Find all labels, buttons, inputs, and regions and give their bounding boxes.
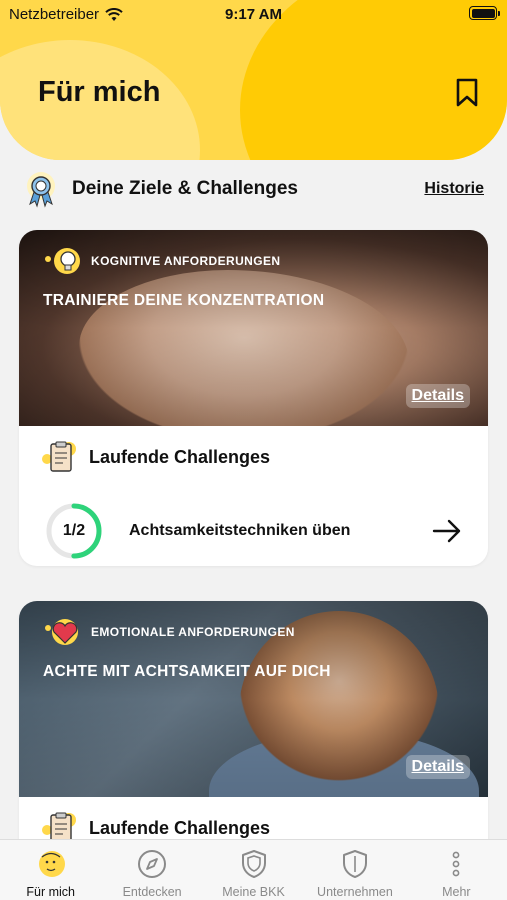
status-bar: Netzbetreiber 9:17 AM [0, 0, 507, 30]
goal-category: KOGNITIVE ANFORDERUNGEN [43, 246, 280, 276]
challenge-row[interactable]: 1/2 Achtsamkeitstechniken üben [19, 488, 488, 566]
award-ribbon-icon [27, 172, 55, 208]
tab-label: Unternehmen [317, 885, 393, 899]
section-title: Deine Ziele & Challenges [72, 178, 298, 199]
tab-label: Mehr [442, 885, 471, 899]
tab-bar: Für mich Entdecken Meine BKK Unternehmen… [0, 839, 507, 900]
progress-ring: 1/2 [45, 502, 103, 560]
running-challenges-label: Laufende Challenges [89, 817, 271, 838]
tab-label: Für mich [26, 885, 76, 899]
goal-title: ACHTE MIT ACHTSAMKEIT AUF DICH [43, 663, 331, 680]
battery-icon [469, 6, 500, 20]
more-vertical-icon [452, 851, 460, 877]
history-link[interactable]: Historie [424, 180, 484, 198]
details-button[interactable]: Details [405, 384, 470, 408]
arrow-right-icon[interactable] [432, 519, 462, 543]
tab-meine-bkk[interactable]: Meine BKK [203, 840, 304, 900]
shield-icon [241, 850, 266, 878]
shield-outline-icon [342, 850, 367, 878]
lightbulb-icon [45, 248, 80, 274]
goal-card[interactable]: KOGNITIVE ANFORDERUNGEN TRAINIERE DEINE … [19, 230, 488, 566]
progress-text: 1/2 [62, 522, 86, 539]
tab-label: Meine BKK [222, 885, 285, 899]
goal-card[interactable]: EMOTIONALE ANFORDERUNGEN ACHTE MIT ACHTS… [19, 601, 488, 861]
details-button[interactable]: Details [405, 755, 470, 779]
tab-label: Entdecken [122, 885, 182, 899]
tab-entdecken[interactable]: Entdecken [101, 840, 202, 900]
clipboard-icon [42, 441, 76, 472]
heart-icon [45, 619, 78, 645]
tab-unternehmen[interactable]: Unternehmen [304, 840, 405, 900]
goal-category: EMOTIONALE ANFORDERUNGEN [43, 617, 295, 647]
category-label: EMOTIONALE ANFORDERUNGEN [91, 625, 295, 639]
goals-section-header: Deine Ziele & Challenges Historie [22, 170, 484, 208]
face-icon [38, 851, 65, 877]
tab-mehr[interactable]: Mehr [406, 840, 507, 900]
category-label: KOGNITIVE ANFORDERUNGEN [91, 254, 281, 268]
bookmark-icon[interactable] [455, 78, 479, 108]
goal-image: EMOTIONALE ANFORDERUNGEN ACHTE MIT ACHTS… [19, 601, 488, 797]
running-challenges-header: Laufende Challenges [19, 426, 488, 488]
running-challenges-label: Laufende Challenges [89, 446, 271, 467]
goal-title: TRAINIERE DEINE KONZENTRATION [43, 292, 325, 309]
tab-fuer-mich[interactable]: Für mich [0, 840, 101, 900]
clock: 9:17 AM [225, 6, 282, 23]
page-title: Für mich [38, 76, 161, 108]
challenge-name: Achtsamkeitstechniken üben [129, 522, 351, 539]
goal-image: KOGNITIVE ANFORDERUNGEN TRAINIERE DEINE … [19, 230, 488, 426]
compass-icon [138, 850, 167, 878]
